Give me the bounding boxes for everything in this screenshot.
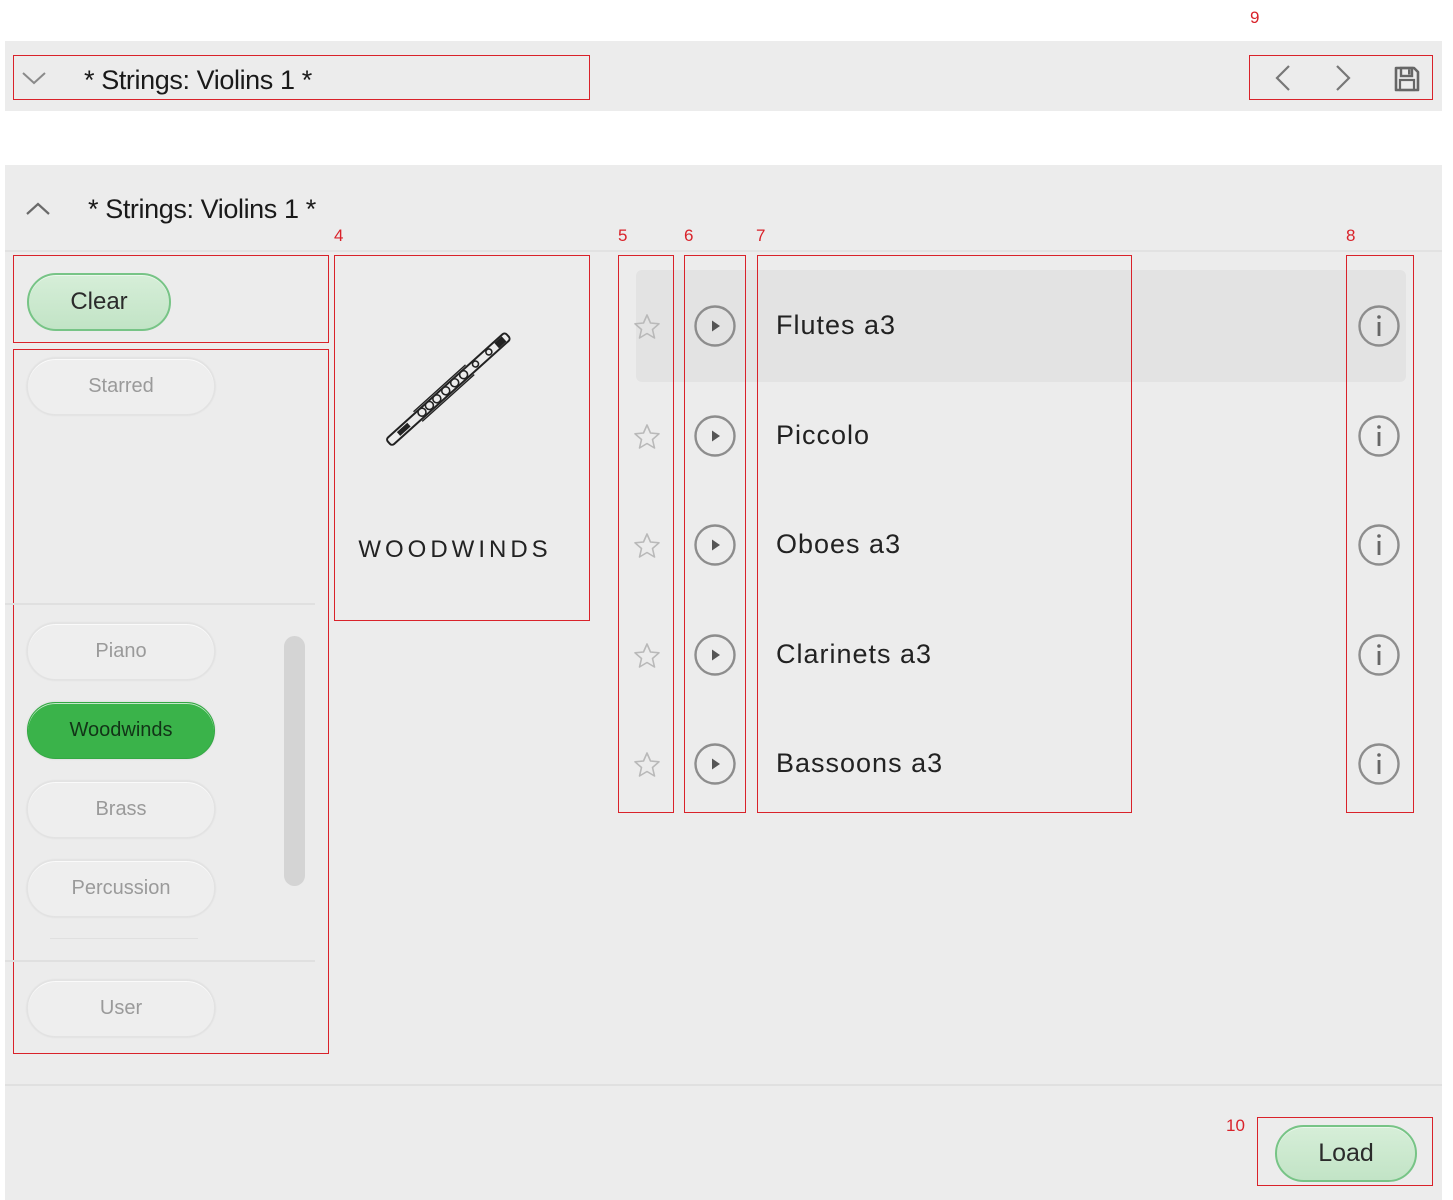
info-icon[interactable] [1357,304,1401,348]
play-preview-icon[interactable] [693,304,737,348]
info-icon[interactable] [1357,742,1401,786]
callout-5: 5 [618,226,628,245]
play-preview-icon[interactable] [693,742,737,786]
load-button[interactable]: Load [1275,1125,1417,1182]
category-filter-piano[interactable]: Piano [27,623,215,680]
user-filter-button[interactable]: User [27,980,215,1037]
play-preview-icon[interactable] [693,633,737,677]
header-divider [5,250,1442,252]
instrument-name[interactable]: Flutes a3 [776,310,896,341]
star-icon[interactable] [631,640,663,672]
footer-divider [5,1084,1442,1086]
callout-4: 4 [334,226,344,245]
star-icon[interactable] [631,311,663,343]
instrument-name[interactable]: Clarinets a3 [776,639,932,670]
category-scrollbar[interactable] [284,636,305,886]
star-icon[interactable] [631,421,663,453]
category-filter-woodwinds[interactable]: Woodwinds [27,702,215,759]
info-icon[interactable] [1357,633,1401,677]
chevron-up-icon[interactable] [22,195,54,223]
starred-filter-button[interactable]: Starred [27,358,215,415]
info-icon[interactable] [1357,414,1401,458]
callout-10: 10 [1226,1116,1245,1135]
filter-divider [5,960,315,962]
callout-6: 6 [684,226,694,245]
filter-divider [5,603,315,605]
instrument-name[interactable]: Piccolo [776,420,870,451]
star-icon[interactable] [631,530,663,562]
play-preview-icon[interactable] [693,523,737,567]
preset-title: * Strings: Violins 1 * [84,65,312,95]
chevron-down-icon[interactable] [20,64,48,92]
instrument-name[interactable]: Oboes a3 [776,529,901,560]
star-icon[interactable] [631,749,663,781]
chevron-right-icon[interactable] [1328,63,1358,93]
panel-title: * Strings: Violins 1 * [88,194,316,224]
clear-button[interactable]: Clear [27,273,171,331]
save-icon[interactable] [1392,64,1422,94]
category-card [334,255,590,621]
info-icon[interactable] [1357,523,1401,567]
callout-7: 7 [756,226,766,245]
callout-9: 9 [1250,8,1260,27]
chevron-left-icon[interactable] [1268,63,1298,93]
preset-navigation [1249,55,1433,100]
category-filter-brass[interactable]: Brass [27,781,215,838]
callout-8: 8 [1346,226,1356,245]
filter-divider [50,938,198,939]
category-filter-percussion[interactable]: Percussion [27,860,215,917]
instrument-name[interactable]: Bassoons a3 [776,748,943,779]
flute-icon [386,332,511,446]
category-card-label: WOODWINDS [358,536,552,563]
preset-selector[interactable]: * Strings: Violins 1 * [13,55,590,100]
play-preview-icon[interactable] [693,414,737,458]
